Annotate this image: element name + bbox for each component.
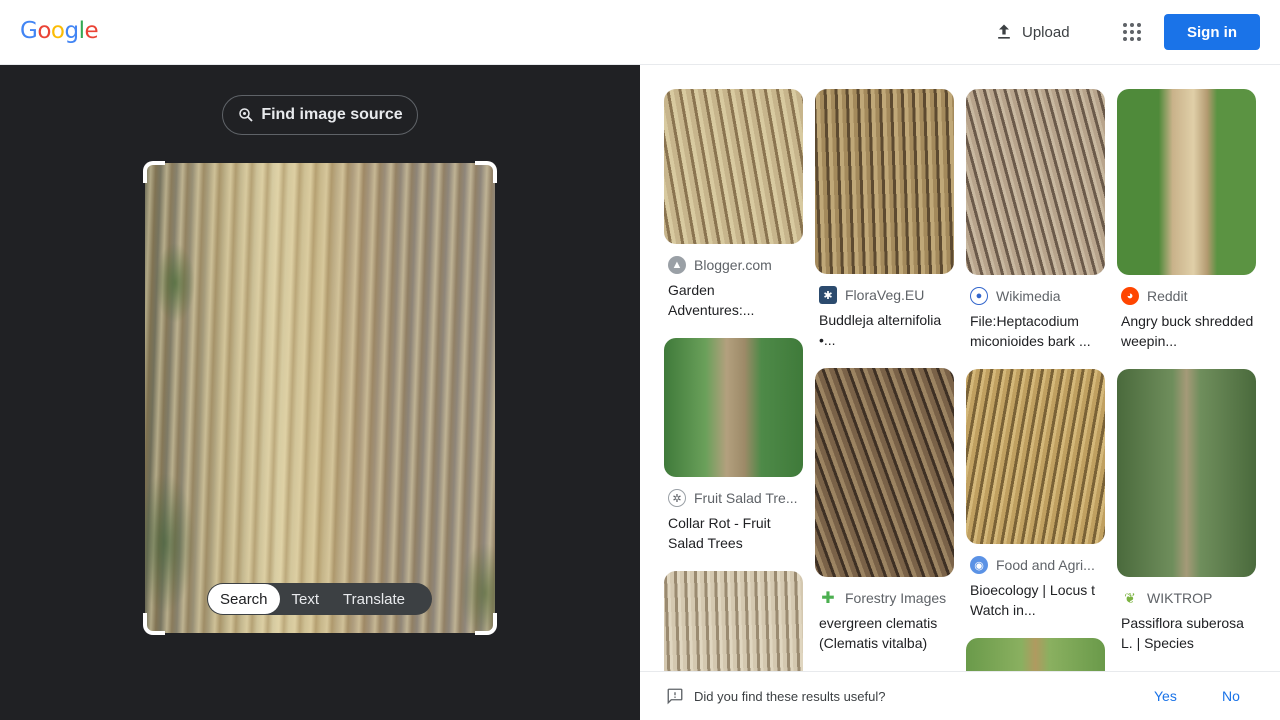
logo-letter: g <box>64 18 79 44</box>
google-logo[interactable]: Google <box>20 18 99 44</box>
result-thumbnail[interactable] <box>966 89 1105 275</box>
result-source[interactable]: ▲ Blogger.com <box>664 256 803 274</box>
top-bar: Google Upload Sign in <box>0 0 1280 65</box>
logo-letter: o <box>50 18 65 44</box>
results-column: ◕ Reddit Angry buck shredded weepin... ❦… <box>1117 89 1256 671</box>
result-title[interactable]: evergreen clematis (Clematis vitalba) <box>815 613 954 653</box>
result-source-name: Forestry Images <box>845 590 947 606</box>
result-card[interactable]: ❦ WIKTROP Passiflora suberosa L. | Speci… <box>1117 369 1256 653</box>
result-title[interactable]: Collar Rot - Fruit Salad Trees <box>664 513 803 553</box>
result-title[interactable]: Bioecology | Locus t Watch in... <box>966 580 1105 620</box>
result-source-name: Reddit <box>1147 288 1188 304</box>
result-source[interactable]: ✲ Fruit Salad Tre... <box>664 489 803 507</box>
result-source[interactable]: ◉ Food and Agri... <box>966 556 1105 574</box>
result-title[interactable]: Angry buck shredded weepin... <box>1117 311 1256 351</box>
fruit-salad-icon: ✲ <box>668 489 686 507</box>
result-card[interactable]: ● Wikimedia File:Heptacodium miconioides… <box>966 89 1105 351</box>
result-source-name: Fruit Salad Tre... <box>694 490 798 506</box>
floraveg-icon: ✱ <box>819 286 837 304</box>
result-thumbnail[interactable] <box>664 338 803 477</box>
result-title[interactable]: Passiflora suberosa L. | Species <box>1117 613 1256 653</box>
result-source-name: Wikimedia <box>996 288 1061 304</box>
result-card[interactable]: ✚ Forestry Images evergreen clematis (Cl… <box>815 368 954 653</box>
result-source[interactable]: ✚ Forestry Images <box>815 589 954 607</box>
result-thumbnail[interactable] <box>664 89 803 244</box>
result-source[interactable]: ● Wikimedia <box>966 287 1105 305</box>
wikimedia-icon: ● <box>970 287 988 305</box>
results-column: ✱ FloraVeg.EU Buddleja alternifolia •...… <box>815 89 954 671</box>
lens-mode-tabs: Search Text Translate <box>207 583 432 615</box>
feedback-question: Did you find these results useful? <box>694 688 886 704</box>
result-source-name: FloraVeg.EU <box>845 287 925 303</box>
result-card[interactable]: ◉ Food and Agri... Bioecology | Locus t … <box>966 369 1105 620</box>
result-title[interactable]: Buddleja alternifolia •... <box>815 310 954 350</box>
forestry-icon: ✚ <box>819 589 837 607</box>
apps-grid-icon <box>1123 23 1141 41</box>
result-card[interactable]: ✱ FloraVeg.EU Buddleja alternifolia •... <box>815 89 954 350</box>
lens-image-panel: Find image source <box>0 65 640 720</box>
result-source[interactable]: ✱ FloraVeg.EU <box>815 286 954 304</box>
sign-in-button[interactable]: Sign in <box>1164 14 1260 50</box>
result-source-name: Blogger.com <box>694 257 772 273</box>
logo-letter: o <box>37 18 51 44</box>
result-card[interactable]: ✲ Fruit Salad Tre... Collar Rot - Fruit … <box>664 338 803 553</box>
result-title[interactable]: File:Heptacodium miconioides bark ... <box>966 311 1105 351</box>
result-thumbnail[interactable] <box>966 638 1105 671</box>
result-thumbnail[interactable] <box>1117 89 1256 275</box>
results-column: ● Wikimedia File:Heptacodium miconioides… <box>966 89 1105 671</box>
feedback-bar: Did you find these results useful? Yes N… <box>640 671 1280 720</box>
logo-letter: e <box>84 18 99 44</box>
blogger-icon: ▲ <box>668 256 686 274</box>
result-thumbnail[interactable] <box>664 571 803 671</box>
logo-letter: G <box>20 18 38 44</box>
crop-handle-top-right[interactable] <box>475 161 497 183</box>
crop-handle-bottom-left[interactable] <box>143 613 165 635</box>
result-thumbnail[interactable] <box>966 369 1105 544</box>
tab-text[interactable]: Text <box>280 584 332 614</box>
find-image-source-button[interactable]: Find image source <box>222 95 418 135</box>
apps-button[interactable] <box>1114 14 1150 50</box>
result-thumbnail[interactable] <box>815 368 954 577</box>
query-image[interactable] <box>145 163 495 633</box>
result-source-name: WIKTROP <box>1147 590 1213 606</box>
fao-icon: ◉ <box>970 556 988 574</box>
upload-icon <box>998 24 1010 39</box>
crop-handle-bottom-right[interactable] <box>475 613 497 635</box>
wiktrop-icon: ❦ <box>1121 589 1139 607</box>
bark-photo <box>145 163 495 633</box>
result-thumbnail[interactable] <box>1117 369 1256 577</box>
find-image-source-label: Find image source <box>261 106 403 123</box>
result-source[interactable]: ◕ Reddit <box>1117 287 1256 305</box>
result-card[interactable] <box>664 571 803 671</box>
visual-matches-panel: ▲ Blogger.com Garden Adventures:... ✲ Fr… <box>640 65 1280 671</box>
lens-search-icon <box>239 108 253 122</box>
upload-button[interactable]: Upload <box>984 14 1080 50</box>
result-title[interactable]: Garden Adventures:... <box>664 280 803 320</box>
result-card[interactable]: ▲ Blogger.com Garden Adventures:... <box>664 89 803 320</box>
result-source[interactable]: ❦ WIKTROP <box>1117 589 1256 607</box>
results-column: ▲ Blogger.com Garden Adventures:... ✲ Fr… <box>664 89 803 671</box>
result-card[interactable]: ◕ Reddit Angry buck shredded weepin... <box>1117 89 1256 351</box>
feedback-icon <box>667 688 683 705</box>
result-card[interactable] <box>966 638 1105 671</box>
result-source-name: Food and Agri... <box>996 557 1095 573</box>
tab-search[interactable]: Search <box>208 584 280 614</box>
feedback-no-button[interactable]: No <box>1222 688 1240 704</box>
upload-label: Upload <box>1022 23 1070 41</box>
result-thumbnail[interactable] <box>815 89 954 274</box>
crop-handle-top-left[interactable] <box>143 161 165 183</box>
reddit-icon: ◕ <box>1121 287 1139 305</box>
feedback-yes-button[interactable]: Yes <box>1154 688 1177 704</box>
tab-translate[interactable]: Translate <box>331 584 417 614</box>
